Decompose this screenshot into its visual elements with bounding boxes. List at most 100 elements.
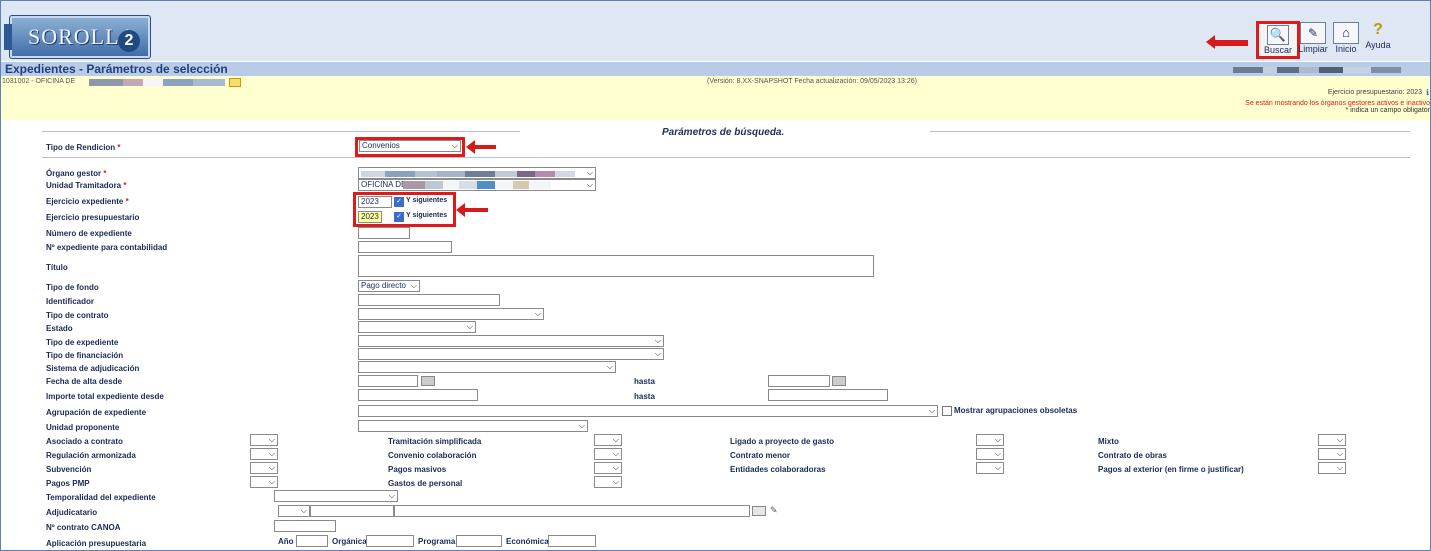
tipo-financiacion-select[interactable]: ⌵ — [358, 348, 664, 360]
ligado-proyecto-select[interactable]: ⌵ — [976, 434, 1004, 446]
agrupacion-label: Agrupación de expediente — [46, 408, 147, 417]
importe-desde-input[interactable] — [358, 389, 478, 401]
contrato-canoa-input[interactable] — [274, 520, 336, 532]
sistema-adjudicacion-select[interactable]: ⌵ — [358, 361, 616, 373]
asociado-contrato-select[interactable]: ⌵ — [250, 434, 278, 446]
titulo-label: Título — [46, 263, 68, 272]
fecha-alta-hasta-input[interactable] — [768, 375, 830, 387]
expediente-contabilidad-label: Nº expediente para contabilidad — [46, 243, 168, 252]
required-note: * indica un campo obligator — [1345, 107, 1430, 114]
home-icon: ⌂ — [1333, 22, 1359, 44]
pagos-pmp-select[interactable]: ⌵ — [250, 476, 278, 488]
importe-total-label: Importe total expediente desde — [46, 392, 164, 401]
pagos-exterior-select[interactable]: ⌵ — [1318, 462, 1346, 474]
subvencion-label: Subvención — [46, 465, 92, 474]
convenio-colaboracion-select[interactable]: ⌵ — [594, 448, 622, 460]
ejercicio-presupuestario-checkbox[interactable]: ✓ — [394, 212, 404, 222]
mail-icon[interactable] — [229, 78, 241, 87]
limpiar-button[interactable]: ✎ Limpiar — [1298, 22, 1328, 56]
ejercicio-presupuestario-input[interactable]: 2023 — [358, 211, 382, 223]
expediente-contabilidad-input[interactable] — [358, 241, 452, 253]
inicio-button[interactable]: ⌂ Inicio — [1332, 22, 1360, 56]
organica-label: Orgánica — [332, 537, 367, 546]
ejercicio-presupuestario-label: Ejercicio presupuestario — [46, 213, 140, 222]
mostrar-obsoletas-label: Mostrar agrupaciones obsoletas — [954, 406, 1078, 415]
sorolla-logo: SOROLLA 2 — [4, 15, 151, 59]
temporalidad-select[interactable]: ⌵ — [274, 490, 398, 502]
tipo-rendicion-label: Tipo de Rendicion * — [46, 143, 121, 152]
contrato-canoa-label: Nº contrato CANOA — [46, 523, 121, 532]
y-siguientes-label: Y siguientes — [406, 197, 448, 204]
info-bar: 1031002 - OFICINA DE (Versión: 8.XX-SNAP… — [1, 76, 1430, 120]
estado-select[interactable]: ⌵ — [358, 321, 476, 333]
convenio-colaboracion-label: Convenio colaboración — [388, 451, 477, 460]
numero-expediente-input[interactable] — [358, 227, 410, 239]
divider — [930, 131, 1410, 132]
identificador-label: Identificador — [46, 297, 95, 306]
warning-text: Se están mostrando los órganos gestores … — [1245, 100, 1430, 107]
mixto-select[interactable]: ⌵ — [1318, 434, 1346, 446]
user-info-redacted — [1233, 66, 1423, 73]
aplicacion-label: Aplicación presupuestaria — [46, 539, 147, 548]
entidades-colaboradoras-select[interactable]: ⌵ — [976, 462, 1004, 474]
titulo-textarea[interactable] — [358, 255, 874, 277]
pagos-masivos-label: Pagos masivos — [388, 465, 447, 474]
hasta-label: hasta — [634, 392, 655, 401]
unidad-proponente-label: Unidad proponente — [46, 423, 120, 432]
ligado-proyecto-label: Ligado a proyecto de gasto — [730, 437, 835, 446]
regulacion-armonizada-select[interactable]: ⌵ — [250, 448, 278, 460]
tipo-contrato-select[interactable]: ⌵ — [358, 308, 544, 320]
version-text: (Versión: 8.XX-SNAPSHOT Fecha actualizac… — [707, 78, 917, 85]
info-icon[interactable]: ℹ — [1426, 88, 1429, 97]
subvencion-select[interactable]: ⌵ — [250, 462, 278, 474]
calendar-icon[interactable] — [832, 376, 846, 386]
pagos-masivos-select[interactable]: ⌵ — [594, 462, 622, 474]
programa-label: Programa — [418, 537, 456, 546]
economica-label: Económica — [506, 537, 549, 546]
fecha-alta-desde-input[interactable] — [358, 375, 418, 387]
fecha-alta-label: Fecha de alta desde — [46, 377, 123, 386]
asociado-contrato-label: Asociado a contrato — [46, 437, 123, 446]
ayuda-label: Ayuda — [1365, 40, 1391, 50]
adjudicatario-nif-input[interactable] — [310, 505, 394, 517]
ejercicio-expediente-checkbox[interactable]: ✓ — [394, 197, 404, 207]
contrato-menor-select[interactable]: ⌵ — [976, 448, 1004, 460]
tipo-contrato-label: Tipo de contrato — [46, 311, 109, 320]
organo-gestor-select[interactable]: ⌵ — [358, 167, 596, 179]
temporalidad-label: Temporalidad del expediente — [46, 493, 156, 502]
identificador-input[interactable] — [358, 294, 500, 306]
ayuda-button[interactable]: ? Ayuda — [1362, 20, 1394, 54]
mostrar-obsoletas-checkbox[interactable] — [942, 406, 952, 416]
buscar-button[interactable]: 🔍 Buscar — [1256, 21, 1300, 59]
tipo-expediente-select[interactable]: ⌵ — [358, 335, 664, 347]
gastos-personal-select[interactable]: ⌵ — [594, 476, 622, 488]
search-lookup-icon[interactable] — [752, 506, 766, 516]
tipo-fondo-label: Tipo de fondo — [46, 283, 99, 292]
anio-label: Año — [278, 537, 294, 546]
ejercicio-expediente-label: Ejercicio expediente * — [46, 197, 129, 206]
tramitacion-simplificada-select[interactable]: ⌵ — [594, 434, 622, 446]
tipo-fondo-select[interactable]: Pago directo ⌵ — [358, 280, 420, 292]
y-siguientes-label: Y siguientes — [406, 212, 448, 219]
estado-label: Estado — [46, 324, 73, 333]
inicio-label: Inicio — [1335, 44, 1357, 54]
eraser-icon: ✎ — [1300, 22, 1326, 44]
help-icon: ? — [1373, 21, 1383, 38]
anio-input[interactable] — [296, 535, 328, 547]
contrato-obras-select[interactable]: ⌵ — [1318, 448, 1346, 460]
unidad-tramitadora-select[interactable]: OFICINA DE ⌵ — [358, 179, 596, 191]
calendar-icon[interactable] — [421, 376, 435, 386]
programa-input[interactable] — [456, 535, 502, 547]
unidad-proponente-select[interactable]: ⌵ — [358, 420, 588, 432]
edit-icon[interactable]: ✎ — [770, 505, 784, 515]
tipo-rendicion-select[interactable]: Convenios ⌵ — [359, 140, 461, 152]
ejercicio-expediente-input[interactable]: 2023 — [358, 196, 392, 208]
importe-hasta-input[interactable] — [768, 389, 888, 401]
economica-input[interactable] — [548, 535, 596, 547]
organica-input[interactable] — [366, 535, 414, 547]
adjudicatario-type-select[interactable]: ⌵ — [278, 505, 310, 517]
tipo-financiacion-label: Tipo de financiación — [46, 351, 124, 360]
agrupacion-select[interactable]: ⌵ — [358, 405, 938, 417]
adjudicatario-name-input[interactable] — [394, 505, 750, 517]
section-title: Parámetros de búsqueda. — [662, 127, 785, 138]
